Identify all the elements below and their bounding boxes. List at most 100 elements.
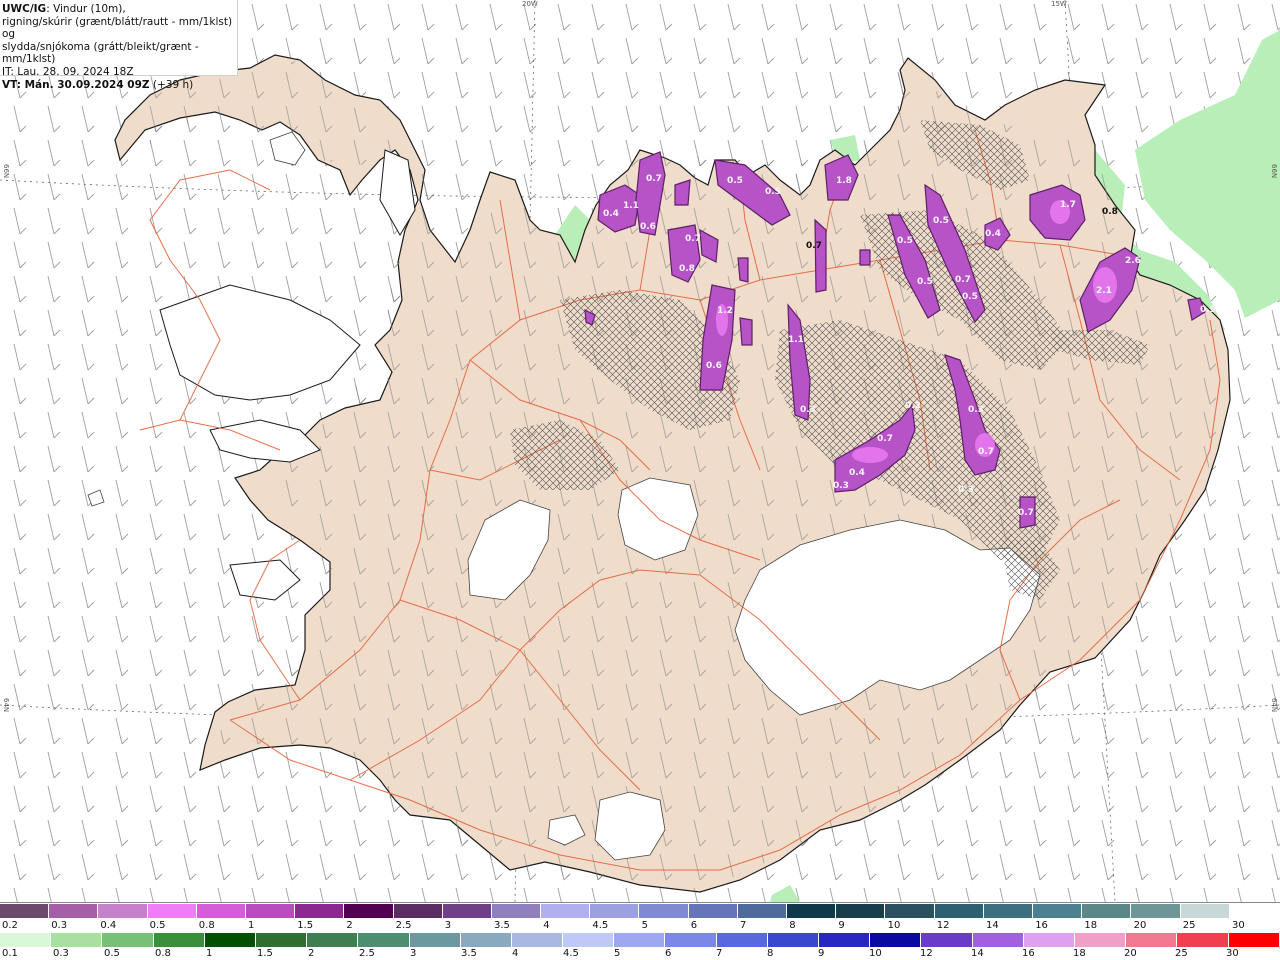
- legend-label: 25: [1182, 920, 1196, 931]
- legend-label: 1.5: [297, 920, 314, 931]
- legend-swatch: [972, 933, 1024, 947]
- legend-swatch: [767, 933, 819, 947]
- legend-label: 3: [444, 920, 452, 931]
- precip-value: 0.4: [985, 229, 1001, 239]
- legend-label: 30: [1232, 920, 1245, 931]
- precip-value: 1.7: [1060, 200, 1076, 210]
- label-15w: 15W: [1051, 0, 1067, 8]
- precip-value: 0.3: [958, 485, 974, 495]
- legend-swatch: [102, 933, 154, 947]
- precip-value: 0.7: [806, 241, 822, 251]
- legend-snow-labels: 0.2 0.3 0.4 0.5 0.8 1 1.5 2 2.5 3 3.5 4 4.5 5 6 7 8 9 10 12…: [0, 920, 1280, 932]
- precip-value: 0.7: [1018, 508, 1034, 518]
- precip-value: 0.7: [955, 275, 971, 285]
- legend-label: 25: [1175, 948, 1188, 959]
- precip-value: 0.4: [849, 468, 865, 478]
- legend-swatch: [51, 933, 103, 947]
- legend-label: 5: [614, 948, 621, 959]
- legend-label: 12: [920, 948, 933, 959]
- precip-value: 1.8: [836, 176, 852, 186]
- legend-swatch: [49, 904, 99, 918]
- legend-swatch: [563, 933, 615, 947]
- legend-swatch: [870, 933, 922, 947]
- legend-label: 0.5: [104, 948, 120, 959]
- legend-label: 14: [986, 920, 999, 931]
- legend-swatch: [0, 904, 50, 918]
- legend-swatch: [0, 933, 52, 947]
- legend-label: 1: [206, 948, 213, 959]
- legend-label: 0.8: [155, 948, 171, 959]
- legend-swatch: [358, 933, 410, 947]
- legend-swatch: [409, 933, 461, 947]
- legend-label: 20: [1124, 948, 1137, 959]
- legend-label: 16: [1035, 920, 1048, 931]
- legend-label: 8: [767, 948, 774, 959]
- legend-label: 16: [1022, 948, 1035, 959]
- legend-swatch: [511, 933, 564, 947]
- legend-label: 0.3: [53, 948, 69, 959]
- legend-swatch: [1074, 933, 1127, 947]
- legend-swatch: [665, 933, 717, 947]
- legend-label: 1.5: [257, 948, 273, 959]
- legend-swatch: [153, 933, 205, 947]
- legend-snow-swatches: [0, 904, 1230, 918]
- legend-swatch: [921, 933, 973, 947]
- legend-swatch: [307, 933, 359, 947]
- legend-label: 8: [789, 920, 796, 931]
- legend-swatch: [787, 904, 837, 918]
- legend-swatch: [245, 904, 296, 918]
- legend-swatch: [1032, 904, 1083, 918]
- legend-label: 4: [512, 948, 519, 959]
- legend-label: 0.3: [51, 920, 68, 931]
- legend-label: 0.8: [198, 920, 215, 931]
- legend-swatch: [590, 904, 640, 918]
- valid-time-bold: VT: Mán. 30.09.2024 09Z: [2, 78, 150, 91]
- forecast-hour: (+39 h): [149, 78, 194, 91]
- legend-swatch: [442, 904, 492, 918]
- legend-swatch: [983, 904, 1033, 918]
- legend-label: 2.5: [359, 948, 375, 959]
- legend-label: 12: [936, 920, 950, 931]
- legend-swatch: [1228, 933, 1280, 947]
- legend-label: 0.1: [2, 948, 18, 959]
- legend-swatch: [1131, 904, 1181, 918]
- precip-value: 0.7: [877, 434, 893, 444]
- legend-swatch: [204, 933, 256, 947]
- info-valid-time: VT: Mán. 30.09.2024 09Z (+39 h): [2, 79, 237, 92]
- label-66n-right: 66N: [1270, 164, 1278, 179]
- legend-label: 7: [716, 948, 723, 959]
- iceland-map: [0, 0, 1280, 902]
- legend-swatch: [716, 933, 768, 947]
- precip-value: 0.3: [968, 405, 984, 415]
- legend-label: 4.5: [592, 920, 609, 931]
- precip-value: 0.5: [765, 187, 781, 197]
- label-64n-right: 64N: [1270, 698, 1278, 713]
- precip-value: 2.1: [1096, 286, 1112, 296]
- product-title: : Vindur (10m),: [46, 3, 126, 15]
- legend-label: 18: [1084, 920, 1098, 931]
- info-line-3: slydda/snjókoma (grátt/bleikt/grænt - mm…: [2, 40, 199, 66]
- precip-value: 0.7: [685, 234, 701, 244]
- precip-value: 0.5: [727, 176, 743, 186]
- legend-swatch: [1177, 933, 1229, 947]
- legend-swatch: [541, 904, 591, 918]
- legend-label: 2: [308, 948, 315, 959]
- legend-swatch: [688, 904, 738, 918]
- legend-label: 6: [690, 920, 698, 931]
- info-init-time: IT: Lau. 28. 09. 2024 18Z: [2, 65, 134, 78]
- legend-label: 9: [838, 920, 845, 931]
- legend-label: 18: [1073, 948, 1086, 959]
- legend-label: 4: [543, 920, 550, 931]
- legend-label: 0.5: [149, 920, 166, 931]
- map-info-box: UWC/IG: Vindur (10m), rigning/skúrir (gr…: [0, 0, 238, 91]
- legend-swatch: [98, 904, 148, 918]
- precip-value: 0.4: [603, 209, 619, 219]
- legend-swatch: [460, 933, 512, 947]
- precip-value: 0.2: [905, 401, 921, 411]
- precip-value: 0.9: [1200, 305, 1216, 315]
- legend-swatch: [885, 904, 935, 918]
- precip-value: 0.7: [646, 174, 662, 184]
- legend-swatch: [295, 904, 345, 918]
- legend-label: 10: [869, 948, 882, 959]
- legend-label: 10: [887, 920, 901, 931]
